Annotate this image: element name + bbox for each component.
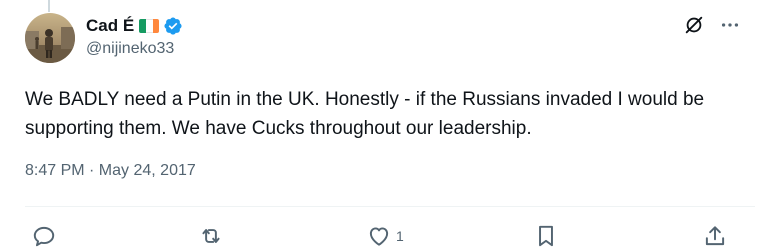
like-button[interactable]: 1 (366, 223, 404, 248)
tweet-top-actions (683, 14, 741, 36)
retweet-button[interactable] (198, 223, 224, 248)
share-button[interactable] (702, 223, 728, 248)
bookmark-icon (539, 225, 553, 247)
share-icon (705, 226, 725, 246)
author-handle[interactable]: @nijineko33 (86, 40, 174, 58)
bookmark-button[interactable] (533, 223, 559, 248)
thread-connector-line (48, 0, 50, 12)
tweet-card: Cad É @nijineko33 We BADLY need a Putin … (0, 0, 781, 248)
tweet-text: We BADLY need a Putin in the UK. Honestl… (25, 89, 705, 139)
ireland-flag-icon (139, 19, 160, 33)
avatar-image (25, 13, 75, 63)
like-count: 1 (396, 228, 404, 244)
heart-icon (369, 227, 389, 246)
avatar[interactable] (25, 13, 75, 63)
retweet-icon (202, 229, 220, 243)
reply-icon (33, 226, 55, 247)
verified-badge-icon (164, 17, 182, 35)
action-divider (25, 206, 755, 207)
tweet-timestamp[interactable]: 8:47 PM · May 24, 2017 (25, 162, 196, 180)
grok-icon[interactable] (683, 14, 705, 36)
reply-button[interactable] (31, 223, 57, 248)
more-icon[interactable] (719, 14, 741, 36)
author-name-row[interactable]: Cad É (86, 15, 183, 37)
display-name[interactable]: Cad É (86, 16, 134, 36)
